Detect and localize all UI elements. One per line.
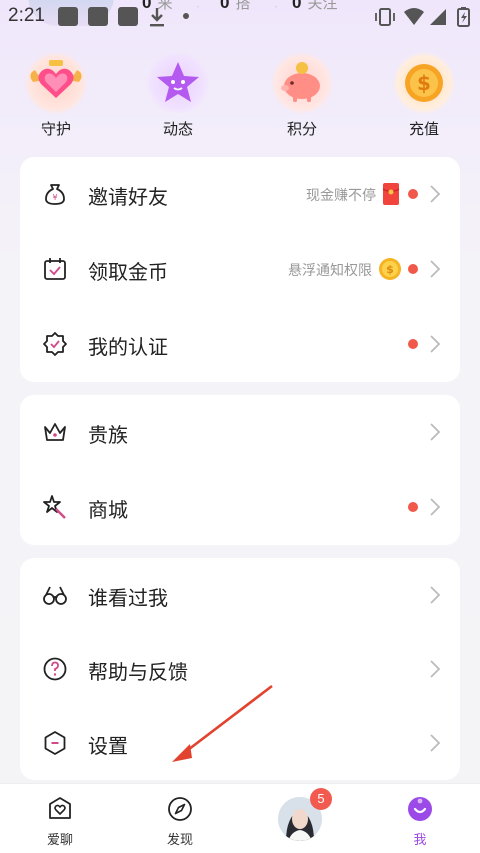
notification-icon [58, 7, 78, 26]
nav-label: 我 [413, 833, 427, 848]
red-envelope-icon [382, 183, 400, 205]
quick-action-guard[interactable]: 守护 [16, 52, 96, 139]
unread-dot [408, 189, 418, 199]
menu-card-vip: 贵族 商城 [20, 395, 460, 545]
chevron-right-icon [428, 732, 442, 754]
gold-coin-icon: $ [379, 258, 401, 280]
menu-item-invite-friends[interactable]: ¥ 邀请好友 现金赚不停 [20, 157, 460, 232]
signal-icon [430, 9, 446, 25]
quick-action-label: 动态 [162, 120, 193, 138]
menu-card-rewards: ¥ 邀请好友 现金赚不停 领取金币 悬浮通知权限 $ 我的认证 [20, 157, 460, 382]
quick-action-points[interactable]: 积分 [262, 52, 342, 139]
battery-icon [457, 7, 470, 27]
menu-item-label: 领取金币 [88, 260, 168, 284]
chevron-right-icon [428, 658, 442, 680]
divider: · [274, 0, 278, 14]
binoculars-icon [43, 586, 67, 605]
unread-count-badge: 5 [310, 788, 332, 810]
vibrate-icon [375, 8, 395, 26]
chevron-right-icon [428, 183, 442, 205]
menu-item-label: 邀请好友 [88, 185, 168, 209]
menu-item-collect-coins[interactable]: 领取金币 悬浮通知权限 $ [20, 232, 460, 307]
annotation-arrow [172, 684, 273, 762]
quick-actions: 守护 动态 积分 $ 充值 [0, 52, 480, 142]
menu-item-label: 商城 [88, 498, 128, 522]
stat-peek-1: 0来 [142, 0, 173, 12]
status-bar: 2:21 0来 · 0搭 · 0 关注 [0, 0, 480, 34]
svg-text:$: $ [417, 71, 431, 95]
nav-label: 爱聊 [46, 833, 73, 848]
menu-item-label: 谁看过我 [88, 586, 168, 610]
nav-tab-me[interactable]: 我 [360, 784, 480, 853]
svg-text:¥: ¥ [52, 193, 57, 202]
svg-text:$: $ [386, 263, 394, 276]
profile-smile-icon [408, 797, 432, 821]
notification-icon [118, 7, 138, 26]
menu-item-my-verification[interactable]: 我的认证 [20, 307, 460, 382]
question-circle-icon [43, 657, 67, 681]
chevron-right-icon [428, 584, 442, 606]
menu-item-label: 贵族 [88, 423, 128, 447]
menu-item-label: 设置 [88, 734, 128, 758]
quick-action-label: 守护 [40, 120, 71, 138]
menu-item-hint: 现金赚不停 [306, 188, 376, 204]
quick-action-label: 充值 [408, 120, 439, 138]
quick-action-recharge[interactable]: $ 充值 [384, 52, 464, 139]
crown-icon [44, 423, 66, 441]
notification-icon [88, 7, 108, 26]
menu-item-label: 我的认证 [88, 335, 168, 359]
piggy-bank-icon [271, 52, 333, 114]
verified-badge-icon [43, 332, 67, 356]
magic-wand-star-icon [43, 495, 66, 519]
unread-dot [408, 502, 418, 512]
guard-heart-icon [25, 52, 87, 114]
nav-label: 发现 [166, 833, 193, 848]
chevron-right-icon [428, 421, 442, 443]
bottom-nav: 爱聊 发现 5 我 [0, 783, 480, 853]
nav-tab-match-avatar[interactable]: 5 [240, 784, 360, 853]
unread-dot [408, 264, 418, 274]
calendar-check-icon [44, 258, 66, 280]
divider: · [196, 0, 200, 14]
more-notifications-dot [183, 13, 189, 19]
nav-tab-chat[interactable]: 爱聊 [0, 784, 120, 853]
status-time: 2:21 [8, 5, 45, 26]
stat-peek-3: 0 关注 [292, 0, 338, 12]
menu-item-mall[interactable]: 商城 [20, 470, 460, 545]
stat-peek-2: 0搭 [220, 0, 251, 12]
compass-icon [168, 797, 192, 821]
star-moments-icon [147, 52, 209, 114]
nav-tab-discover[interactable]: 发现 [120, 784, 240, 853]
menu-item-who-viewed-me[interactable]: 谁看过我 [20, 558, 460, 633]
menu-item-nobility[interactable]: 贵族 [20, 395, 460, 470]
quick-action-moments[interactable]: 动态 [138, 52, 218, 139]
money-bag-icon: ¥ [45, 184, 65, 205]
menu-item-hint: 悬浮通知权限 [288, 263, 372, 279]
quick-action-label: 积分 [286, 120, 317, 138]
chevron-right-icon [428, 496, 442, 518]
chat-heart-icon [49, 797, 71, 819]
wifi-icon [404, 8, 424, 25]
gold-coin-icon: $ [393, 52, 455, 114]
chevron-right-icon [428, 258, 442, 280]
settings-hexagon-icon [44, 731, 66, 755]
chevron-right-icon [428, 333, 442, 355]
unread-dot [408, 339, 418, 349]
system-status-icons [375, 7, 470, 27]
